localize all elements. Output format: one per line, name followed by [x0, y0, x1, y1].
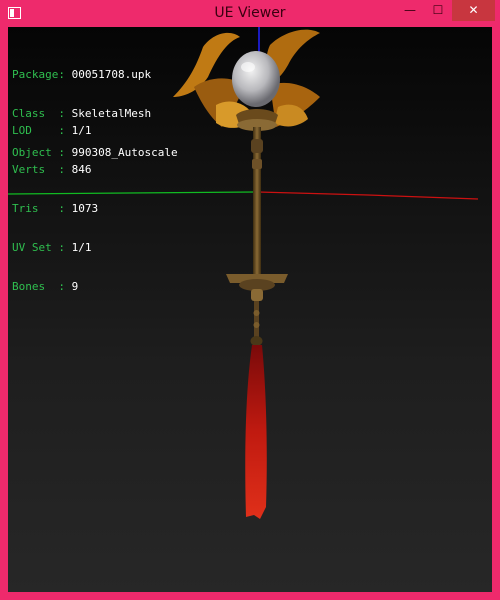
info-row-package: Package: 00051708.upk: [12, 68, 178, 81]
stat-value: 9: [71, 280, 79, 293]
title-bar[interactable]: UE Viewer — ☐ ✕: [0, 0, 500, 27]
3d-viewport[interactable]: Package: 00051708.upk Class : SkeletalMe…: [8, 27, 492, 592]
stat-row-uvset: UV Set : 1/1: [12, 241, 98, 254]
minimize-button[interactable]: —: [396, 0, 424, 21]
stat-row-tris: Tris : 1073: [12, 202, 98, 215]
maximize-button[interactable]: ☐: [424, 0, 452, 21]
staff-cord: [250, 301, 263, 346]
stat-key: LOD :: [12, 124, 65, 137]
stat-row-lod: LOD : 1/1: [12, 124, 98, 137]
stat-value: 846: [71, 163, 92, 176]
info-value: 00051708.upk: [71, 68, 152, 81]
stat-value: 1073: [71, 202, 99, 215]
app-window: UE Viewer — ☐ ✕ Package: 00051708.upk Cl…: [0, 0, 500, 600]
info-key: Package:: [12, 68, 65, 81]
staff-tassel: [245, 345, 267, 519]
stat-key: UV Set :: [12, 241, 65, 254]
mesh-stats-panel: LOD : 1/1 Verts : 846 Tris : 1073 UV Set…: [12, 98, 98, 319]
close-button[interactable]: ✕: [452, 0, 495, 21]
staff-head: [173, 29, 320, 131]
stat-value: 1/1: [71, 124, 92, 137]
staff-crossguard: [226, 274, 288, 301]
stat-value: 1/1: [71, 241, 92, 254]
stat-row-bones: Bones : 9: [12, 280, 98, 293]
stat-key: Bones :: [12, 280, 65, 293]
stat-row-verts: Verts : 846: [12, 163, 98, 176]
stat-key: Verts :: [12, 163, 65, 176]
axis-x-line: [257, 191, 479, 200]
stat-key: Tris :: [12, 202, 65, 215]
